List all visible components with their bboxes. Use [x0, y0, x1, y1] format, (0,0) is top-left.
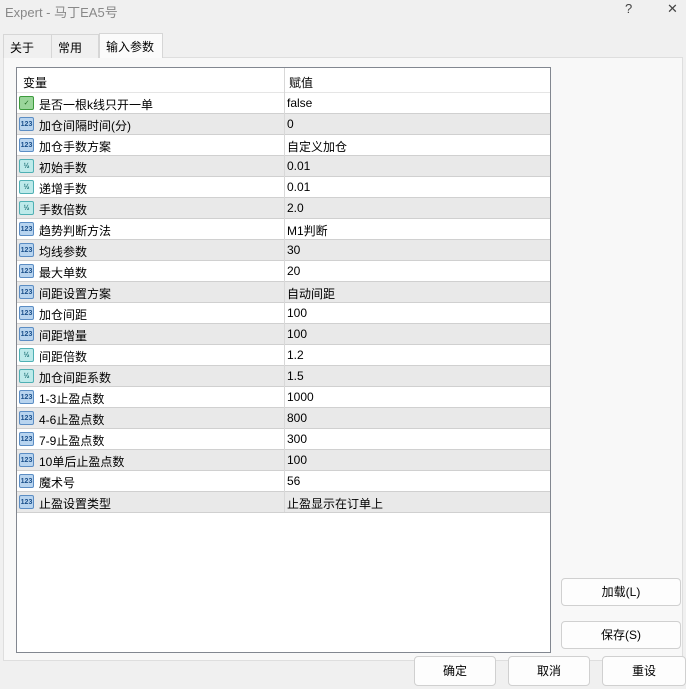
int-icon: 123 [19, 432, 34, 446]
parameters-table: 变量 赋值 ✓ 是否一根k线只开一单 false 123 加仓间隔时间(分) 0 123 加仓… [16, 67, 551, 653]
parameter-value[interactable]: 1000 [287, 390, 314, 404]
parameter-name: 加仓间隔时间(分) [39, 119, 131, 133]
help-button[interactable]: ? [625, 1, 632, 16]
int-icon: 123 [19, 138, 34, 152]
parameter-name: 初始手数 [39, 161, 88, 175]
parameter-value[interactable]: 止盈显示在订单上 [287, 495, 383, 512]
int-icon: 123 [19, 411, 34, 425]
parameter-value[interactable]: 0.01 [287, 159, 310, 173]
int-icon: 123 [19, 243, 34, 257]
parameter-name: 7-9止盈点数 [39, 434, 105, 448]
parameter-name: 间距倍数 [39, 350, 88, 364]
parameter-name: 魔术号 [39, 476, 76, 490]
int-icon: 123 [19, 327, 34, 341]
int-icon: 123 [19, 390, 34, 404]
int-icon: 123 [19, 306, 34, 320]
parameter-value[interactable]: M1判断 [287, 222, 328, 239]
parameter-value[interactable]: 300 [287, 432, 307, 446]
double-icon: ½ [19, 201, 34, 215]
int-icon: 123 [19, 222, 34, 236]
double-icon: ½ [19, 369, 34, 383]
int-icon: 123 [19, 117, 34, 131]
parameter-name: 1-3止盈点数 [39, 392, 105, 406]
parameter-name: 加仓间距系数 [39, 371, 112, 385]
parameter-value[interactable]: 自动间距 [287, 285, 335, 302]
double-icon: ½ [19, 159, 34, 173]
header-variable[interactable]: 变量 [23, 74, 47, 91]
parameter-value[interactable]: 2.0 [287, 201, 304, 215]
parameter-value[interactable]: false [287, 96, 312, 110]
parameter-value[interactable]: 100 [287, 327, 307, 341]
reset-button[interactable]: 重设 [602, 656, 686, 686]
parameter-name: 加仓间距 [39, 308, 88, 322]
bool-icon: ✓ [19, 96, 34, 110]
parameter-name: 间距设置方案 [39, 287, 112, 301]
header-value[interactable]: 赋值 [289, 74, 313, 91]
parameter-name: 是否一根k线只开一单 [39, 98, 154, 112]
int-icon: 123 [19, 453, 34, 467]
double-icon: ½ [19, 348, 34, 362]
double-icon: ½ [19, 180, 34, 194]
parameter-name: 加仓手数方案 [39, 140, 112, 154]
int-icon: 123 [19, 285, 34, 299]
window-title: Expert - 马丁EA5号 [5, 5, 118, 20]
parameter-value[interactable]: 1.2 [287, 348, 304, 362]
parameter-name: 趋势判断方法 [39, 224, 112, 238]
parameter-value[interactable]: 100 [287, 306, 307, 320]
column-divider[interactable] [284, 68, 285, 512]
parameter-name: 10单后止盈点数 [39, 455, 125, 469]
tab-about[interactable]: 关于 [3, 34, 52, 58]
parameter-name: 最大单数 [39, 266, 88, 280]
int-icon: 123 [19, 495, 34, 509]
cancel-button[interactable]: 取消 [508, 656, 590, 686]
parameter-value[interactable]: 0.01 [287, 180, 310, 194]
parameter-value[interactable]: 30 [287, 243, 300, 257]
parameter-value[interactable]: 800 [287, 411, 307, 425]
int-icon: 123 [19, 264, 34, 278]
parameter-name: 手数倍数 [39, 203, 88, 217]
tab-inputs[interactable]: 输入参数 [99, 33, 163, 58]
parameter-value[interactable]: 100 [287, 453, 307, 467]
parameter-value[interactable]: 20 [287, 264, 300, 278]
parameter-name: 间距增量 [39, 329, 88, 343]
parameter-name: 4-6止盈点数 [39, 413, 105, 427]
parameter-name: 递增手数 [39, 182, 88, 196]
parameter-name: 均线参数 [39, 245, 88, 259]
ok-button[interactable]: 确定 [414, 656, 496, 686]
close-button[interactable]: ✕ [667, 1, 678, 17]
tab-common[interactable]: 常用 [51, 34, 99, 58]
save-button[interactable]: 保存(S) [561, 621, 681, 649]
int-icon: 123 [19, 474, 34, 488]
parameter-name: 止盈设置类型 [39, 497, 112, 511]
parameter-value[interactable]: 1.5 [287, 369, 304, 383]
title-bar: Expert - 马丁EA5号 ? ✕ [0, 0, 686, 22]
parameter-value[interactable]: 0 [287, 117, 294, 131]
parameter-value[interactable]: 56 [287, 474, 300, 488]
parameter-value[interactable]: 自定义加仓 [287, 138, 347, 155]
load-button[interactable]: 加载(L) [561, 578, 681, 606]
